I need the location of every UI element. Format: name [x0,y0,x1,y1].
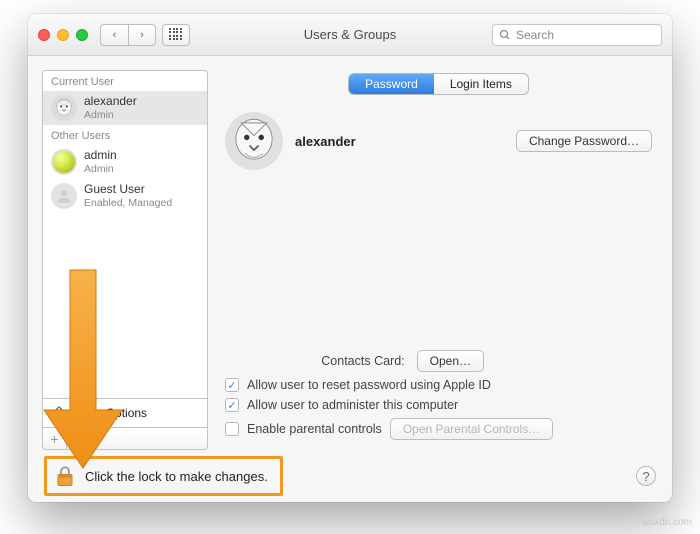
search-icon [499,29,511,41]
help-icon: ? [642,469,649,484]
user-avatar[interactable] [225,112,283,170]
parental-controls-label: Enable parental controls [247,422,382,436]
user-name: alexander [84,95,137,108]
user-name: Guest User [84,183,172,196]
guest-avatar-icon [51,183,77,209]
allow-admin-checkbox[interactable]: ✓ [225,398,239,412]
allow-reset-checkbox[interactable]: ✓ [225,378,239,392]
chevron-right-icon: › [140,29,144,41]
content-area: Current User alexander Admin Other Users… [28,56,672,450]
plus-icon: + [50,431,58,447]
user-settings-form: Contacts Card: Open… ✓ Allow user to res… [219,344,658,450]
forward-button[interactable]: › [128,24,156,46]
tab-password[interactable]: Password [349,74,434,94]
user-header: alexander Change Password… [219,112,658,170]
sidebar-user-current[interactable]: alexander Admin [43,91,207,125]
open-contacts-button[interactable]: Open… [417,350,484,372]
minus-icon: − [74,431,82,447]
tab-bar: Password Login Items [349,74,528,94]
contacts-card-label: Contacts Card: [225,354,405,368]
user-list: Current User alexander Admin Other Users… [42,70,208,399]
main-panel: Password Login Items alexander Change Pa… [219,70,658,450]
remove-user-button[interactable]: − [67,428,91,449]
parental-controls-checkbox[interactable]: ✓ [225,422,239,436]
allow-admin-row: ✓ Allow user to administer this computer [225,398,652,412]
allow-reset-label: Allow user to reset password using Apple… [247,378,491,392]
username-display: alexander [295,134,356,149]
search-placeholder: Search [516,28,554,42]
close-window-button[interactable] [38,29,50,41]
minimize-window-button[interactable] [57,29,69,41]
chevron-left-icon: ‹ [113,29,117,41]
current-user-section-label: Current User [43,71,207,91]
toolbar-spacer [91,428,207,449]
user-role: Enabled, Managed [84,197,172,209]
avatar-icon [51,149,77,175]
contacts-card-row: Contacts Card: Open… [225,350,652,372]
watermark: wsxdn.com [642,517,692,528]
house-icon [51,405,67,421]
lock-text: Click the lock to make changes. [85,469,268,484]
allow-reset-row: ✓ Allow user to reset password using App… [225,378,652,392]
user-role: Admin [84,109,137,121]
add-remove-toolbar: + − [42,428,208,450]
login-options-button[interactable]: Login Options [42,398,208,428]
help-button[interactable]: ? [636,466,656,486]
other-users-section-label: Other Users [43,125,207,145]
zoom-window-button[interactable] [76,29,88,41]
change-password-button[interactable]: Change Password… [516,130,652,152]
back-button[interactable]: ‹ [100,24,128,46]
lock-icon[interactable] [55,465,75,487]
grid-icon [169,28,183,42]
allow-admin-label: Allow user to administer this computer [247,398,458,412]
titlebar: ‹ › Users & Groups Search [28,14,672,56]
sidebar-user-admin[interactable]: admin Admin [43,145,207,179]
add-user-button[interactable]: + [43,428,67,449]
user-role: Admin [84,163,117,175]
window-controls [38,29,88,41]
search-field[interactable]: Search [492,24,662,46]
login-options-label: Login Options [73,406,147,420]
nav-back-forward: ‹ › [100,24,156,46]
tab-login-items[interactable]: Login Items [434,74,528,94]
sidebar: Current User alexander Admin Other Users… [42,70,208,450]
user-name: admin [84,149,117,162]
footer: Click the lock to make changes. ? [28,450,672,502]
avatar-icon [51,95,77,121]
show-all-button[interactable] [162,24,190,46]
lock-callout: Click the lock to make changes. [44,456,283,496]
open-parental-controls-button[interactable]: Open Parental Controls… [390,418,553,440]
sidebar-user-guest[interactable]: Guest User Enabled, Managed [43,179,207,213]
parental-controls-row: ✓ Enable parental controls Open Parental… [225,418,652,440]
preferences-window: ‹ › Users & Groups Search C [28,14,672,502]
